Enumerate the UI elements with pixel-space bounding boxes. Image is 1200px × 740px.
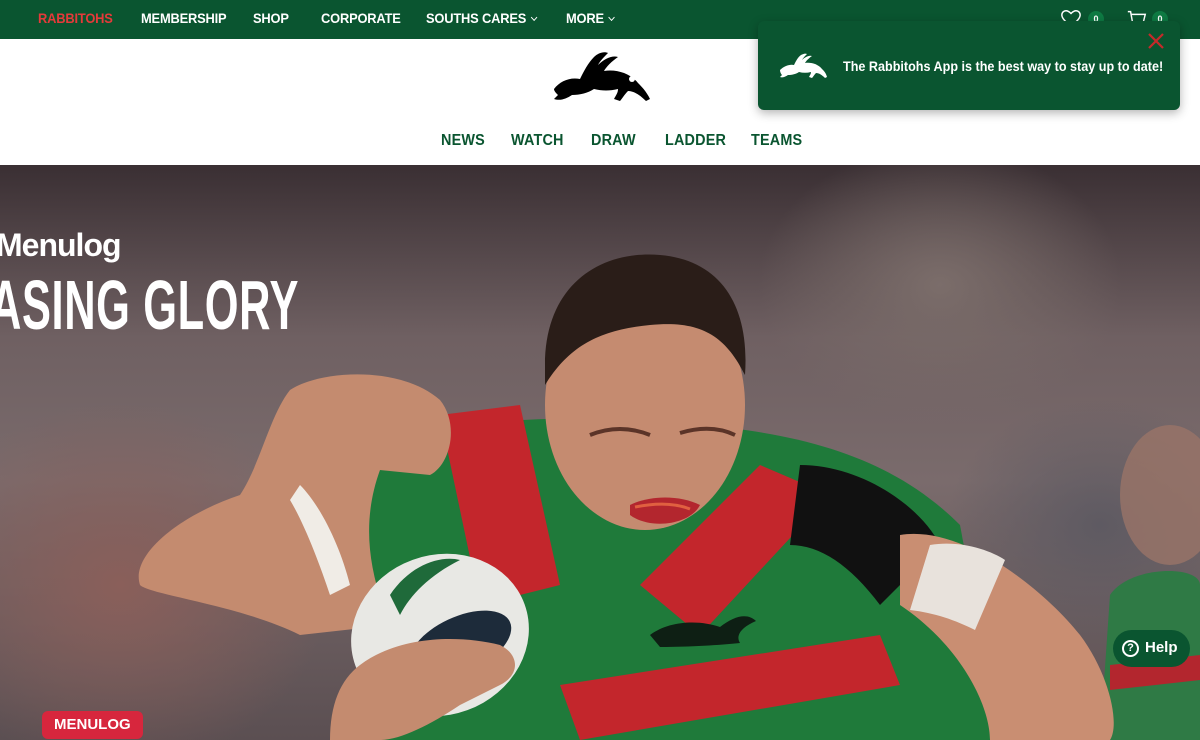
- topnav-rabbitohs[interactable]: RABBITOHS: [38, 0, 113, 39]
- toast-message: The Rabbitohs App is the best way to sta…: [843, 58, 1164, 74]
- chevron-down-icon: [608, 13, 615, 22]
- help-label: Help: [1145, 639, 1178, 656]
- topnav-membership[interactable]: MEMBERSHIP: [141, 0, 227, 39]
- hero-title: ASING GLORY: [0, 266, 300, 344]
- mainnav-ladder[interactable]: LADDER: [665, 132, 726, 150]
- topnav-shop[interactable]: SHOP: [253, 0, 289, 39]
- mainnav-teams[interactable]: TEAMS: [751, 132, 802, 150]
- help-button[interactable]: ? Help: [1113, 630, 1190, 667]
- rabbit-logo-icon: [780, 53, 827, 78]
- chevron-down-icon: [530, 13, 538, 22]
- app-promo-toast[interactable]: The Rabbitohs App is the best way to sta…: [758, 21, 1180, 110]
- hero-sponsor-logo: Menulog: [0, 227, 122, 263]
- topnav-corporate[interactable]: CORPORATE: [321, 0, 401, 39]
- hero-banner[interactable]: Menulog ASING GLORY MENULOG: [0, 165, 1200, 740]
- mainnav-news[interactable]: NEWS: [441, 132, 485, 150]
- topnav-souths-cares[interactable]: SOUTHS CARES: [426, 0, 538, 39]
- topnav-souths-cares-label: SOUTHS CARES: [426, 10, 527, 26]
- hero-player-image: [138, 254, 1200, 740]
- mainnav-watch[interactable]: WATCH: [511, 132, 564, 150]
- hero-category-tag[interactable]: MENULOG: [42, 711, 143, 739]
- mainnav-draw[interactable]: DRAW: [591, 132, 636, 150]
- question-circle-icon: ?: [1122, 640, 1139, 657]
- topnav-more-label: MORE: [566, 10, 604, 26]
- close-icon[interactable]: [1146, 31, 1166, 51]
- rabbitohs-logo[interactable]: [550, 49, 652, 103]
- topnav-more[interactable]: MORE: [566, 0, 615, 39]
